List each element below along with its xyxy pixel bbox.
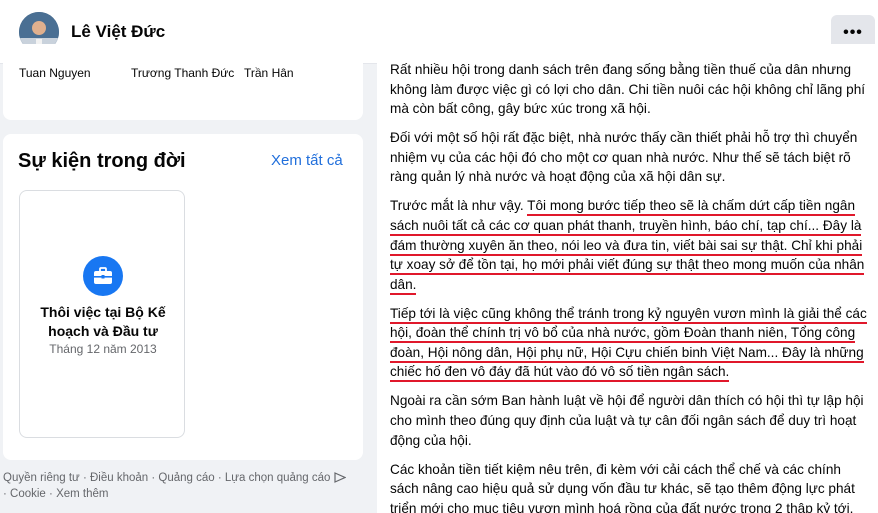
post-paragraph: Rất nhiều hội trong danh sách trên đang … bbox=[390, 62, 866, 117]
friend-name[interactable]: Trần Hân bbox=[244, 66, 294, 80]
ad-choices-icon bbox=[334, 472, 347, 484]
friends-card: Tuan Nguyen Trương Thanh Đức Trần Hân bbox=[3, 44, 363, 120]
post-paragraph: Tiếp tới là việc cũng không thể tránh tr… bbox=[390, 304, 870, 383]
see-more-link[interactable]: Xem thêm bbox=[56, 488, 108, 500]
life-event-date: Tháng 12 năm 2013 bbox=[49, 342, 157, 356]
footer-links: Quyền riêng tư · Điều khoản · Quảng cáo … bbox=[3, 471, 363, 502]
ad-choices-link[interactable]: Lựa chọn quảng cáo bbox=[225, 472, 331, 484]
post-paragraph: Ngoài ra cần sớm Ban hành luật về hội để… bbox=[390, 393, 864, 448]
post-body: Rất nhiều hội trong danh sách trên đang … bbox=[390, 60, 870, 513]
profile-name[interactable]: Lê Việt Đức bbox=[71, 22, 165, 42]
ads-link[interactable]: Quảng cáo bbox=[158, 472, 214, 484]
post-card: Rất nhiều hội trong danh sách trên đang … bbox=[377, 44, 878, 513]
post-text-plain: Trước mắt là như vậy. bbox=[390, 198, 528, 214]
post-paragraph: Đối với một số hội rất đặc biệt, nhà nướ… bbox=[390, 130, 858, 185]
briefcase-icon bbox=[83, 256, 123, 296]
post-paragraph: Các khoản tiền tiết kiệm nêu trên, đi kè… bbox=[390, 461, 855, 513]
friend-name[interactable]: Trương Thanh Đức bbox=[131, 66, 234, 80]
life-event-item[interactable]: Thôi việc tại Bộ Kế hoạch và Đầu tư Thán… bbox=[19, 190, 185, 438]
privacy-link[interactable]: Quyền riêng tư bbox=[3, 472, 80, 484]
terms-link[interactable]: Điều khoản bbox=[90, 472, 148, 484]
friend-name[interactable]: Tuan Nguyen bbox=[19, 66, 91, 80]
life-event-title: Thôi việc tại Bộ Kế hoạch và Đầu tư bbox=[40, 304, 166, 339]
see-all-link[interactable]: Xem tất cả bbox=[271, 152, 343, 169]
life-events-title: Sự kiện trong đời bbox=[18, 150, 186, 172]
life-events-card: Sự kiện trong đời Xem tất cả Thôi việc t… bbox=[3, 134, 363, 460]
highlighted-text: Tiếp tới là việc cũng không thể tránh tr… bbox=[390, 305, 867, 383]
cookie-link[interactable]: Cookie bbox=[10, 488, 46, 500]
more-options-icon: ••• bbox=[843, 24, 863, 41]
post-paragraph: Trước mắt là như vậy. Tôi mong bước tiếp… bbox=[390, 196, 870, 295]
